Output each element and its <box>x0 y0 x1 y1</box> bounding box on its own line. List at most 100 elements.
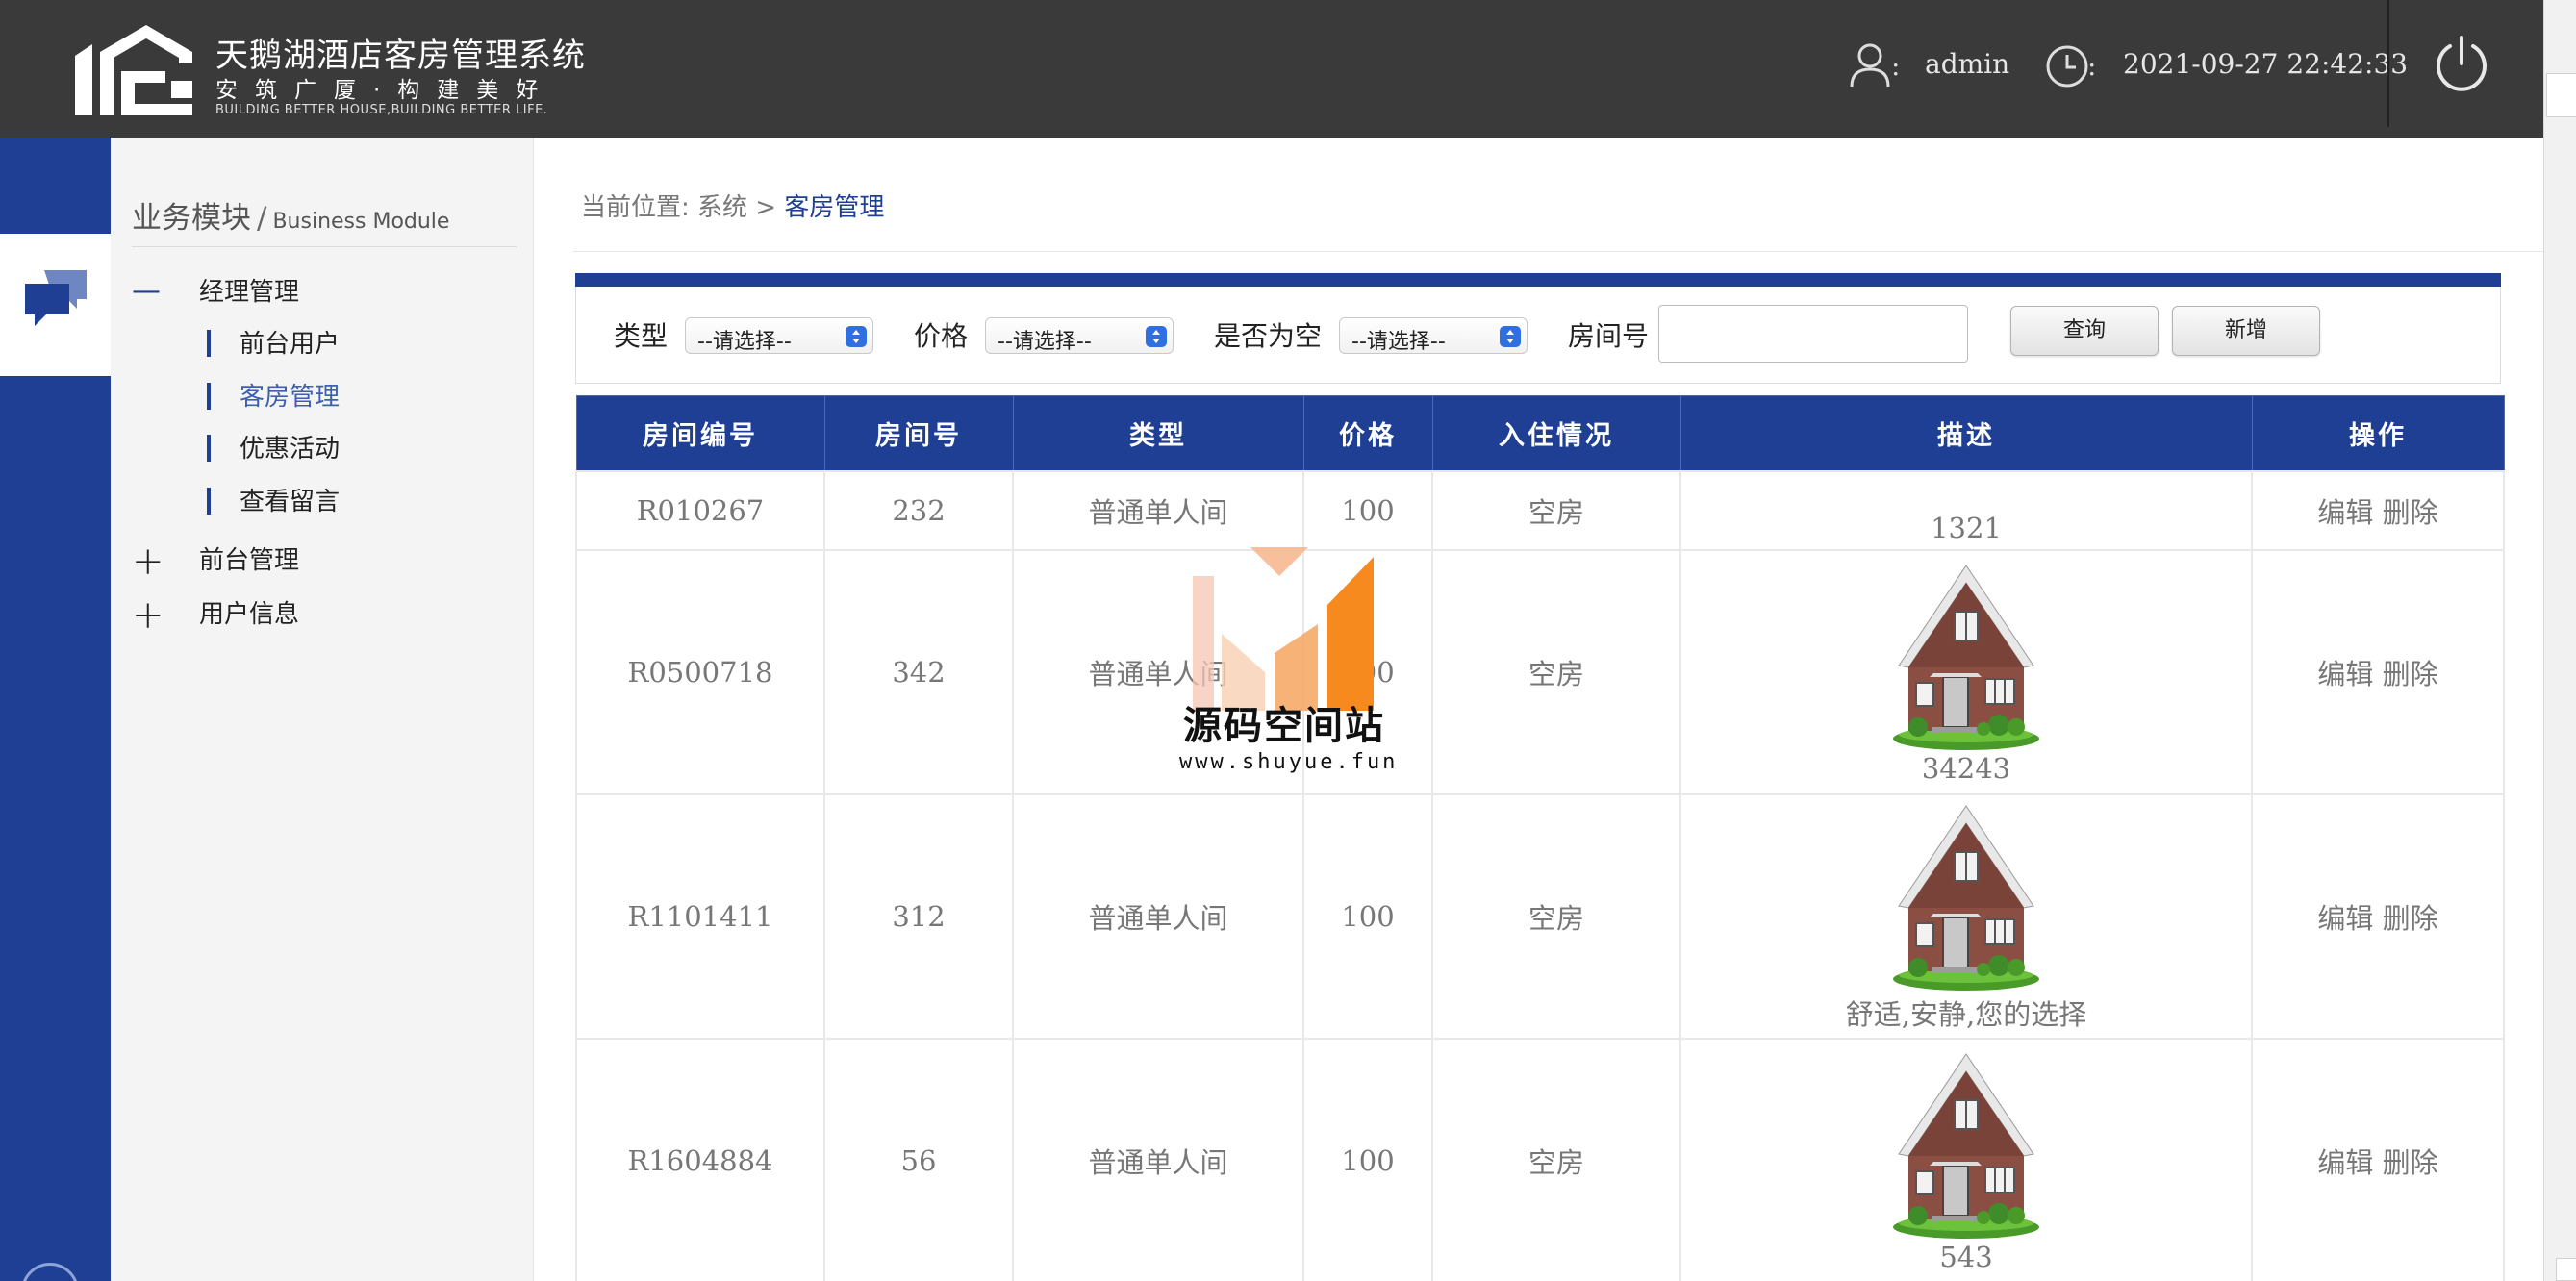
cell-room-number: 56 <box>823 1037 1014 1281</box>
cell-room-number: 232 <box>823 469 1014 551</box>
empty-select-value: --请选择-- <box>1351 330 1446 354</box>
user-colon: : <box>1891 50 1901 82</box>
description-text: 543 <box>1939 1240 1993 1273</box>
module-rail <box>0 138 111 1281</box>
col-header-room-code: 房间编号 <box>575 395 825 471</box>
col-header-status: 入住情况 <box>1431 395 1681 471</box>
cell-room-code: R1604884 <box>575 1037 825 1281</box>
cell-status: 空房 <box>1431 792 1681 1040</box>
room-filter-label: 房间号 <box>1568 320 1650 352</box>
type-filter-label: 类型 <box>614 320 669 352</box>
app-slogan-en: BUILDING BETTER HOUSE,BUILDING BETTER LI… <box>215 103 548 117</box>
header-divider <box>2387 0 2389 127</box>
item-bar-icon <box>207 488 211 515</box>
cell-room-number: 312 <box>823 792 1014 1040</box>
sidebar-item-label: 前台用户 <box>240 330 341 359</box>
empty-filter-label: 是否为空 <box>1214 320 1323 352</box>
cell-status: 空房 <box>1431 469 1681 551</box>
empty-select[interactable]: --请选择-- <box>1339 317 1528 354</box>
sidebar-item-promotions[interactable]: 优惠活动 <box>207 429 340 465</box>
cell-description: 舒适,安静,您的选择 <box>1679 792 2253 1040</box>
table-header-row: 房间编号 房间号 类型 价格 入住情况 描述 操作 <box>575 395 2505 471</box>
sidebar-item-label: 优惠活动 <box>240 435 341 464</box>
cell-type: 普通单人间 <box>1012 469 1304 551</box>
price-select-value: --请选择-- <box>998 330 1092 354</box>
sidebar-title-en: Business Module <box>272 210 450 234</box>
select-arrows-icon <box>846 326 867 347</box>
cell-status: 空房 <box>1431 1037 1681 1281</box>
breadcrumb-path[interactable]: 系统 > <box>697 193 776 222</box>
expand-icon: + <box>132 540 164 584</box>
sidebar-item-messages[interactable]: 查看留言 <box>207 482 340 517</box>
edit-link[interactable]: 编辑 <box>2317 902 2373 935</box>
cell-actions: 编辑 删除 <box>2251 1037 2505 1281</box>
cell-room-number: 342 <box>823 548 1014 795</box>
edit-link[interactable]: 编辑 <box>2317 1146 2373 1179</box>
type-select[interactable]: --请选择-- <box>685 317 873 354</box>
sidebar-group-front-desk[interactable]: + 前台管理 <box>132 540 299 584</box>
sidebar-group-label: 经理管理 <box>199 278 300 307</box>
rail-bottom-icon[interactable] <box>21 1263 79 1281</box>
cell-actions: 编辑 删除 <box>2251 792 2505 1040</box>
clock-icon <box>2046 45 2088 88</box>
house-image <box>1893 1052 2039 1239</box>
edit-link[interactable]: 编辑 <box>2317 496 2373 529</box>
table-row: R1101411 312 普通单人间 100 空房 舒适,安静,您的选择 编辑 … <box>575 792 2505 1040</box>
delete-link[interactable]: 删除 <box>2383 496 2438 529</box>
room-number-input[interactable] <box>1658 305 1968 363</box>
cell-actions: 编辑 删除 <box>2251 469 2505 551</box>
sidebar-title-cn: 业务模块 <box>132 201 251 236</box>
watermark-url: www.shuyue.fun <box>1179 750 1399 774</box>
sidebar-item-label: 客房管理 <box>240 383 341 412</box>
cell-description: 34243 <box>1679 548 2253 795</box>
col-header-price: 价格 <box>1302 395 1433 471</box>
sidebar-item-room-management[interactable]: 客房管理 <box>207 377 340 413</box>
edit-link[interactable]: 编辑 <box>2317 658 2373 691</box>
price-filter-label: 价格 <box>914 320 969 352</box>
select-arrows-icon <box>1500 326 1521 347</box>
logo-house-icon <box>75 25 192 115</box>
col-header-description: 描述 <box>1679 395 2253 471</box>
expand-icon: + <box>132 593 164 638</box>
top-header: 天鹅湖酒店客房管理系统 安筑广厦·构建美好 BUILDING BETTER HO… <box>0 0 2543 138</box>
cell-status: 空房 <box>1431 548 1681 795</box>
house-image <box>1893 804 2039 991</box>
cell-room-code: R1101411 <box>575 792 825 1040</box>
sidebar-group-user-info[interactable]: + 用户信息 <box>132 593 299 638</box>
select-arrows-icon <box>1146 326 1167 347</box>
sidebar-group-label: 用户信息 <box>199 600 300 629</box>
breadcrumb-current: 客房管理 <box>784 193 885 222</box>
sidebar-item-front-users[interactable]: 前台用户 <box>207 324 340 360</box>
cell-price: 100 <box>1302 792 1433 1040</box>
cell-description: 1321 <box>1679 469 2253 551</box>
col-header-actions: 操作 <box>2251 395 2505 471</box>
cell-price: 100 <box>1302 469 1433 551</box>
description-text: 舒适,安静,您的选择 <box>1845 997 2087 1031</box>
user-icon <box>1850 43 1890 88</box>
right-gutter <box>2543 0 2576 1281</box>
current-time: 2021-09-27 22:42:33 <box>2123 48 2409 80</box>
item-bar-icon <box>207 383 211 410</box>
price-select[interactable]: --请选择-- <box>985 317 1174 354</box>
breadcrumb: 当前位置: 系统 > 客房管理 <box>581 188 884 223</box>
sidebar-title-sep: / <box>257 201 267 236</box>
delete-link[interactable]: 删除 <box>2383 902 2438 935</box>
side-tab[interactable] <box>2546 73 2576 117</box>
breadcrumb-divider <box>573 251 2543 252</box>
main-content: 当前位置: 系统 > 客房管理 类型 --请选择-- 价格 --请选择-- 是否… <box>535 138 2543 1281</box>
type-select-value: --请选择-- <box>697 330 792 354</box>
side-tab[interactable] <box>2556 1258 2576 1281</box>
cell-actions: 编辑 删除 <box>2251 548 2505 795</box>
cell-type: 普通单人间 <box>1012 792 1304 1040</box>
cell-description: 543 <box>1679 1037 2253 1281</box>
description-text: 1321 <box>1931 511 2002 544</box>
query-button[interactable]: 查询 <box>2010 306 2159 356</box>
sidebar-title: 业务模块 / Business Module <box>132 193 449 237</box>
power-icon[interactable] <box>2434 35 2489 94</box>
app-slogan: 安筑广厦·构建美好 <box>215 78 556 103</box>
delete-link[interactable]: 删除 <box>2383 658 2438 691</box>
sidebar-group-manager[interactable]: — 经理管理 <box>132 272 299 308</box>
description-text: 34243 <box>1921 751 2011 785</box>
delete-link[interactable]: 删除 <box>2383 1146 2438 1179</box>
add-button[interactable]: 新增 <box>2172 306 2320 356</box>
